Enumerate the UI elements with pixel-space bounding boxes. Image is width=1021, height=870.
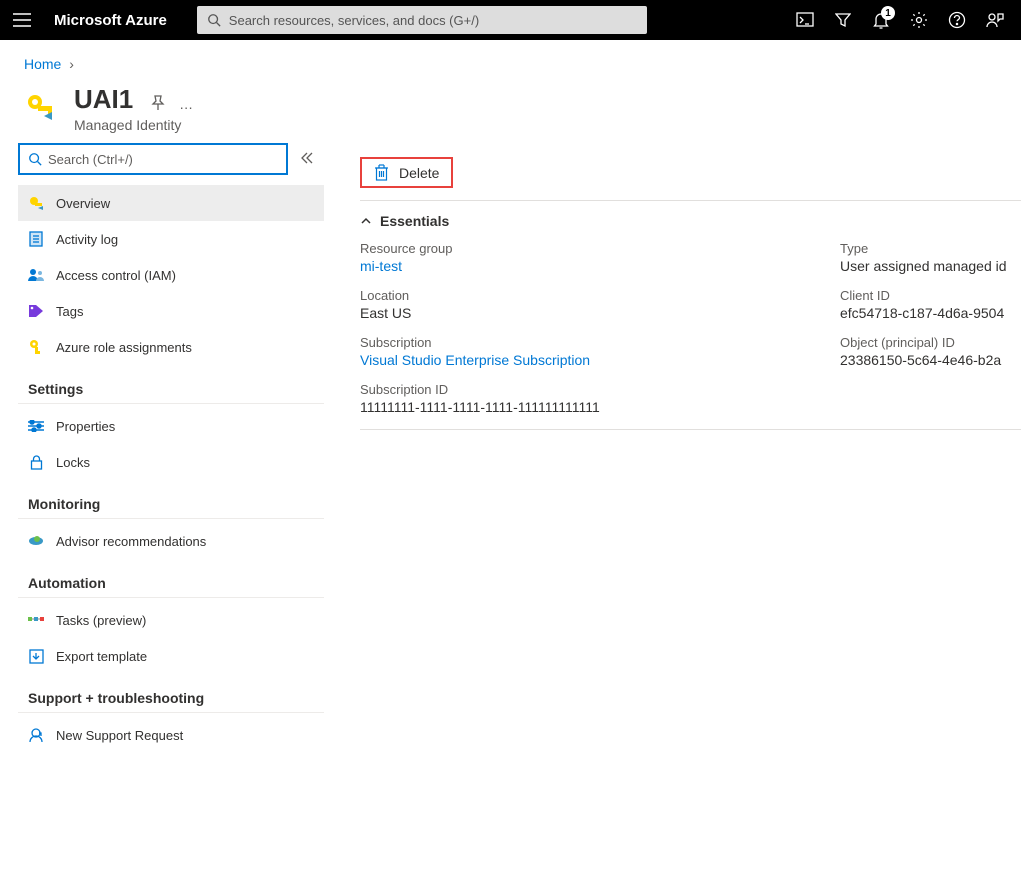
content-pane: Delete Essentials Resource group mi-test… xyxy=(330,143,1021,753)
brand-label: Microsoft Azure xyxy=(54,12,167,29)
support-icon xyxy=(28,727,44,743)
subscription-label: Subscription xyxy=(360,335,840,350)
resource-group-link[interactable]: mi-test xyxy=(360,258,840,274)
sidebar-item-locks[interactable]: Locks xyxy=(18,444,324,480)
global-search[interactable] xyxy=(197,6,647,34)
object-id-label: Object (principal) ID xyxy=(840,335,1021,350)
access-control-icon xyxy=(28,267,44,283)
tag-icon xyxy=(28,303,44,319)
feedback-icon[interactable] xyxy=(979,4,1011,36)
search-icon xyxy=(28,152,42,166)
resource-group-label: Resource group xyxy=(360,241,840,256)
lock-icon xyxy=(28,454,44,470)
type-value: User assigned managed id xyxy=(840,258,1021,274)
sidebar-section-automation: Automation xyxy=(18,559,324,598)
sidebar-section-monitoring: Monitoring xyxy=(18,480,324,519)
client-id-label: Client ID xyxy=(840,288,1021,303)
activity-log-icon xyxy=(28,231,44,247)
sidebar-item-activity-log[interactable]: Activity log xyxy=(18,221,324,257)
sidebar-item-label: Overview xyxy=(56,196,110,211)
title-area: UAI1 … Managed Identity xyxy=(74,84,193,133)
hamburger-menu-icon[interactable] xyxy=(10,8,34,32)
toolbar: Delete xyxy=(360,157,1021,188)
essentials-toggle[interactable]: Essentials xyxy=(360,209,1021,241)
essentials-label: Essentials xyxy=(380,213,449,229)
top-bar: Microsoft Azure 1 xyxy=(0,0,1021,40)
breadcrumb: Home › xyxy=(0,40,1021,72)
sidebar-item-new-support-request[interactable]: New Support Request xyxy=(18,717,324,753)
filter-icon[interactable] xyxy=(827,4,859,36)
cloud-shell-icon[interactable] xyxy=(789,4,821,36)
object-id-value: 23386150-5c64-4e46-b2a xyxy=(840,352,1021,368)
global-search-input[interactable] xyxy=(229,13,637,28)
location-value: East US xyxy=(360,305,840,321)
managed-identity-key-icon xyxy=(24,90,58,124)
sidebar-item-access-control[interactable]: Access control (IAM) xyxy=(18,257,324,293)
sidebar-item-label: Locks xyxy=(56,455,90,470)
sidebar: Overview Activity log Access control (IA… xyxy=(0,143,330,753)
tasks-icon xyxy=(28,612,44,628)
sidebar-search-row xyxy=(18,143,324,185)
properties-icon xyxy=(28,418,44,434)
sidebar-item-advisor[interactable]: Advisor recommendations xyxy=(18,523,324,559)
sidebar-section-support: Support + troubleshooting xyxy=(18,674,324,713)
page-header: UAI1 … Managed Identity xyxy=(0,72,1021,143)
chevron-right-icon: › xyxy=(69,56,74,72)
sidebar-item-label: Tasks (preview) xyxy=(56,613,146,628)
essentials-grid: Resource group mi-test Type User assigne… xyxy=(360,241,1021,415)
trash-icon xyxy=(374,164,389,181)
pin-icon[interactable] xyxy=(149,94,167,115)
sidebar-item-tags[interactable]: Tags xyxy=(18,293,324,329)
sidebar-item-label: Advisor recommendations xyxy=(56,534,206,549)
page-title: UAI1 xyxy=(74,84,133,115)
sidebar-item-label: Properties xyxy=(56,419,115,434)
sidebar-item-label: New Support Request xyxy=(56,728,183,743)
breadcrumb-home-link[interactable]: Home xyxy=(24,56,61,72)
help-icon[interactable] xyxy=(941,4,973,36)
export-template-icon xyxy=(28,648,44,664)
delete-button-label: Delete xyxy=(399,165,439,181)
sidebar-item-export-template[interactable]: Export template xyxy=(18,638,324,674)
sidebar-item-properties[interactable]: Properties xyxy=(18,408,324,444)
sidebar-search-box[interactable] xyxy=(18,143,288,175)
settings-gear-icon[interactable] xyxy=(903,4,935,36)
sidebar-item-azure-role-assignments[interactable]: Azure role assignments xyxy=(18,329,324,365)
type-label: Type xyxy=(840,241,1021,256)
location-label: Location xyxy=(360,288,840,303)
subscription-id-value: 11111111-1111-1111-1111-111111111111 xyxy=(360,399,840,415)
chevron-up-icon xyxy=(360,215,372,227)
sidebar-item-label: Tags xyxy=(56,304,83,319)
sidebar-item-label: Access control (IAM) xyxy=(56,268,176,283)
overview-icon xyxy=(28,195,44,211)
sidebar-section-settings: Settings xyxy=(18,365,324,404)
advisor-icon xyxy=(28,533,44,549)
subscription-link[interactable]: Visual Studio Enterprise Subscription xyxy=(360,352,840,368)
notification-badge: 1 xyxy=(881,6,895,20)
client-id-value: efc54718-c187-4d6a-9504 xyxy=(840,305,1021,321)
topbar-actions: 1 xyxy=(789,4,1011,36)
sidebar-search-input[interactable] xyxy=(48,152,278,167)
sidebar-item-label: Azure role assignments xyxy=(56,340,192,355)
delete-button[interactable]: Delete xyxy=(360,157,453,188)
key-icon xyxy=(28,339,44,355)
search-icon xyxy=(207,13,221,27)
notifications-icon[interactable]: 1 xyxy=(865,4,897,36)
sidebar-item-tasks[interactable]: Tasks (preview) xyxy=(18,602,324,638)
page-subtitle: Managed Identity xyxy=(74,117,193,133)
subscription-id-label: Subscription ID xyxy=(360,382,840,397)
collapse-sidebar-icon[interactable] xyxy=(296,147,318,172)
more-icon[interactable]: … xyxy=(179,96,193,112)
sidebar-item-label: Activity log xyxy=(56,232,118,247)
sidebar-item-overview[interactable]: Overview xyxy=(18,185,324,221)
sidebar-item-label: Export template xyxy=(56,649,147,664)
